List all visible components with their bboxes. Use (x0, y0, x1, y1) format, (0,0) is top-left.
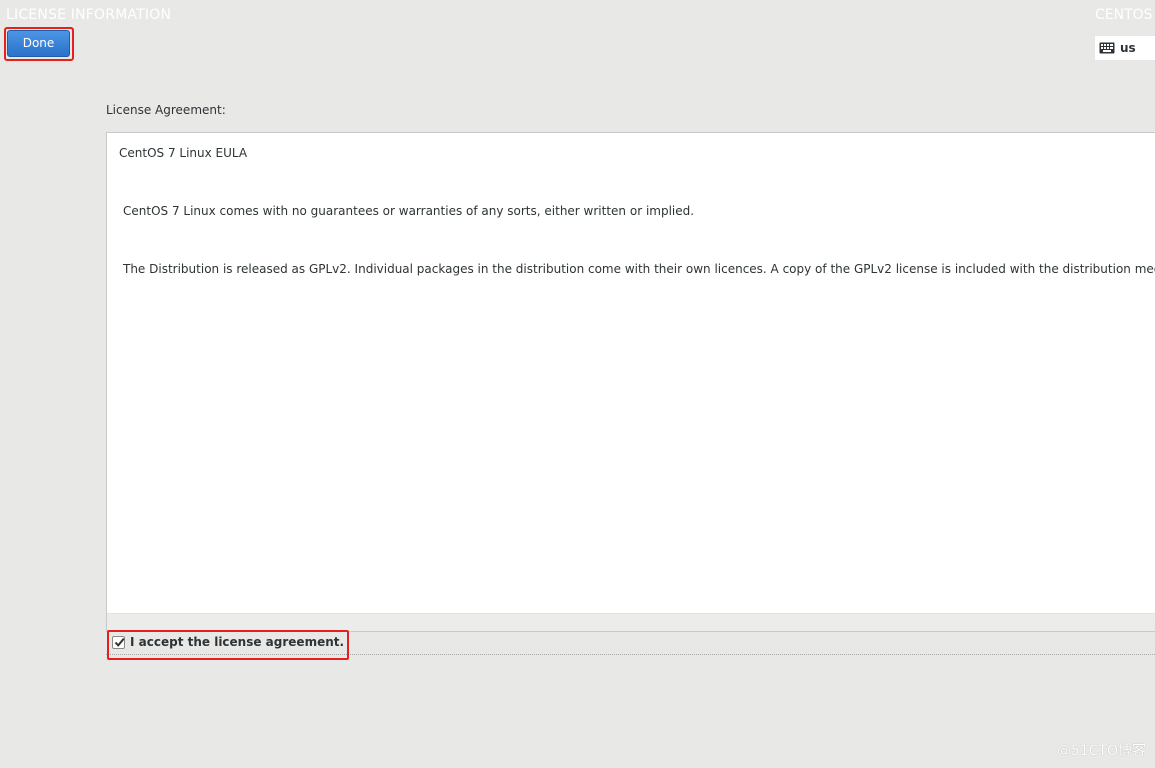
license-scroll-area (107, 613, 1155, 631)
license-text-view[interactable]: CentOS 7 Linux EULA CentOS 7 Linux comes… (106, 132, 1155, 632)
checkmark-icon (114, 637, 125, 647)
license-agreement-label: License Agreement: (106, 103, 226, 117)
done-button[interactable]: Done (7, 30, 70, 57)
keyboard-layout-indicator[interactable]: us (1095, 36, 1155, 60)
license-paragraph: CentOS 7 Linux comes with no guarantees … (123, 204, 695, 218)
license-title: CentOS 7 Linux EULA (119, 146, 248, 160)
keyboard-icon (1099, 42, 1115, 54)
product-title: CENTOS (1095, 7, 1153, 23)
watermark: @51CTO博客 (1056, 743, 1146, 759)
accept-license-checkbox[interactable] (112, 636, 125, 649)
page-title: LICENSE INFORMATION (6, 7, 172, 23)
keyboard-layout-label: us (1120, 41, 1136, 55)
accept-license-label[interactable]: I accept the license agreement. (130, 635, 344, 649)
license-paragraph: The Distribution is released as GPLv2. I… (123, 262, 1155, 276)
